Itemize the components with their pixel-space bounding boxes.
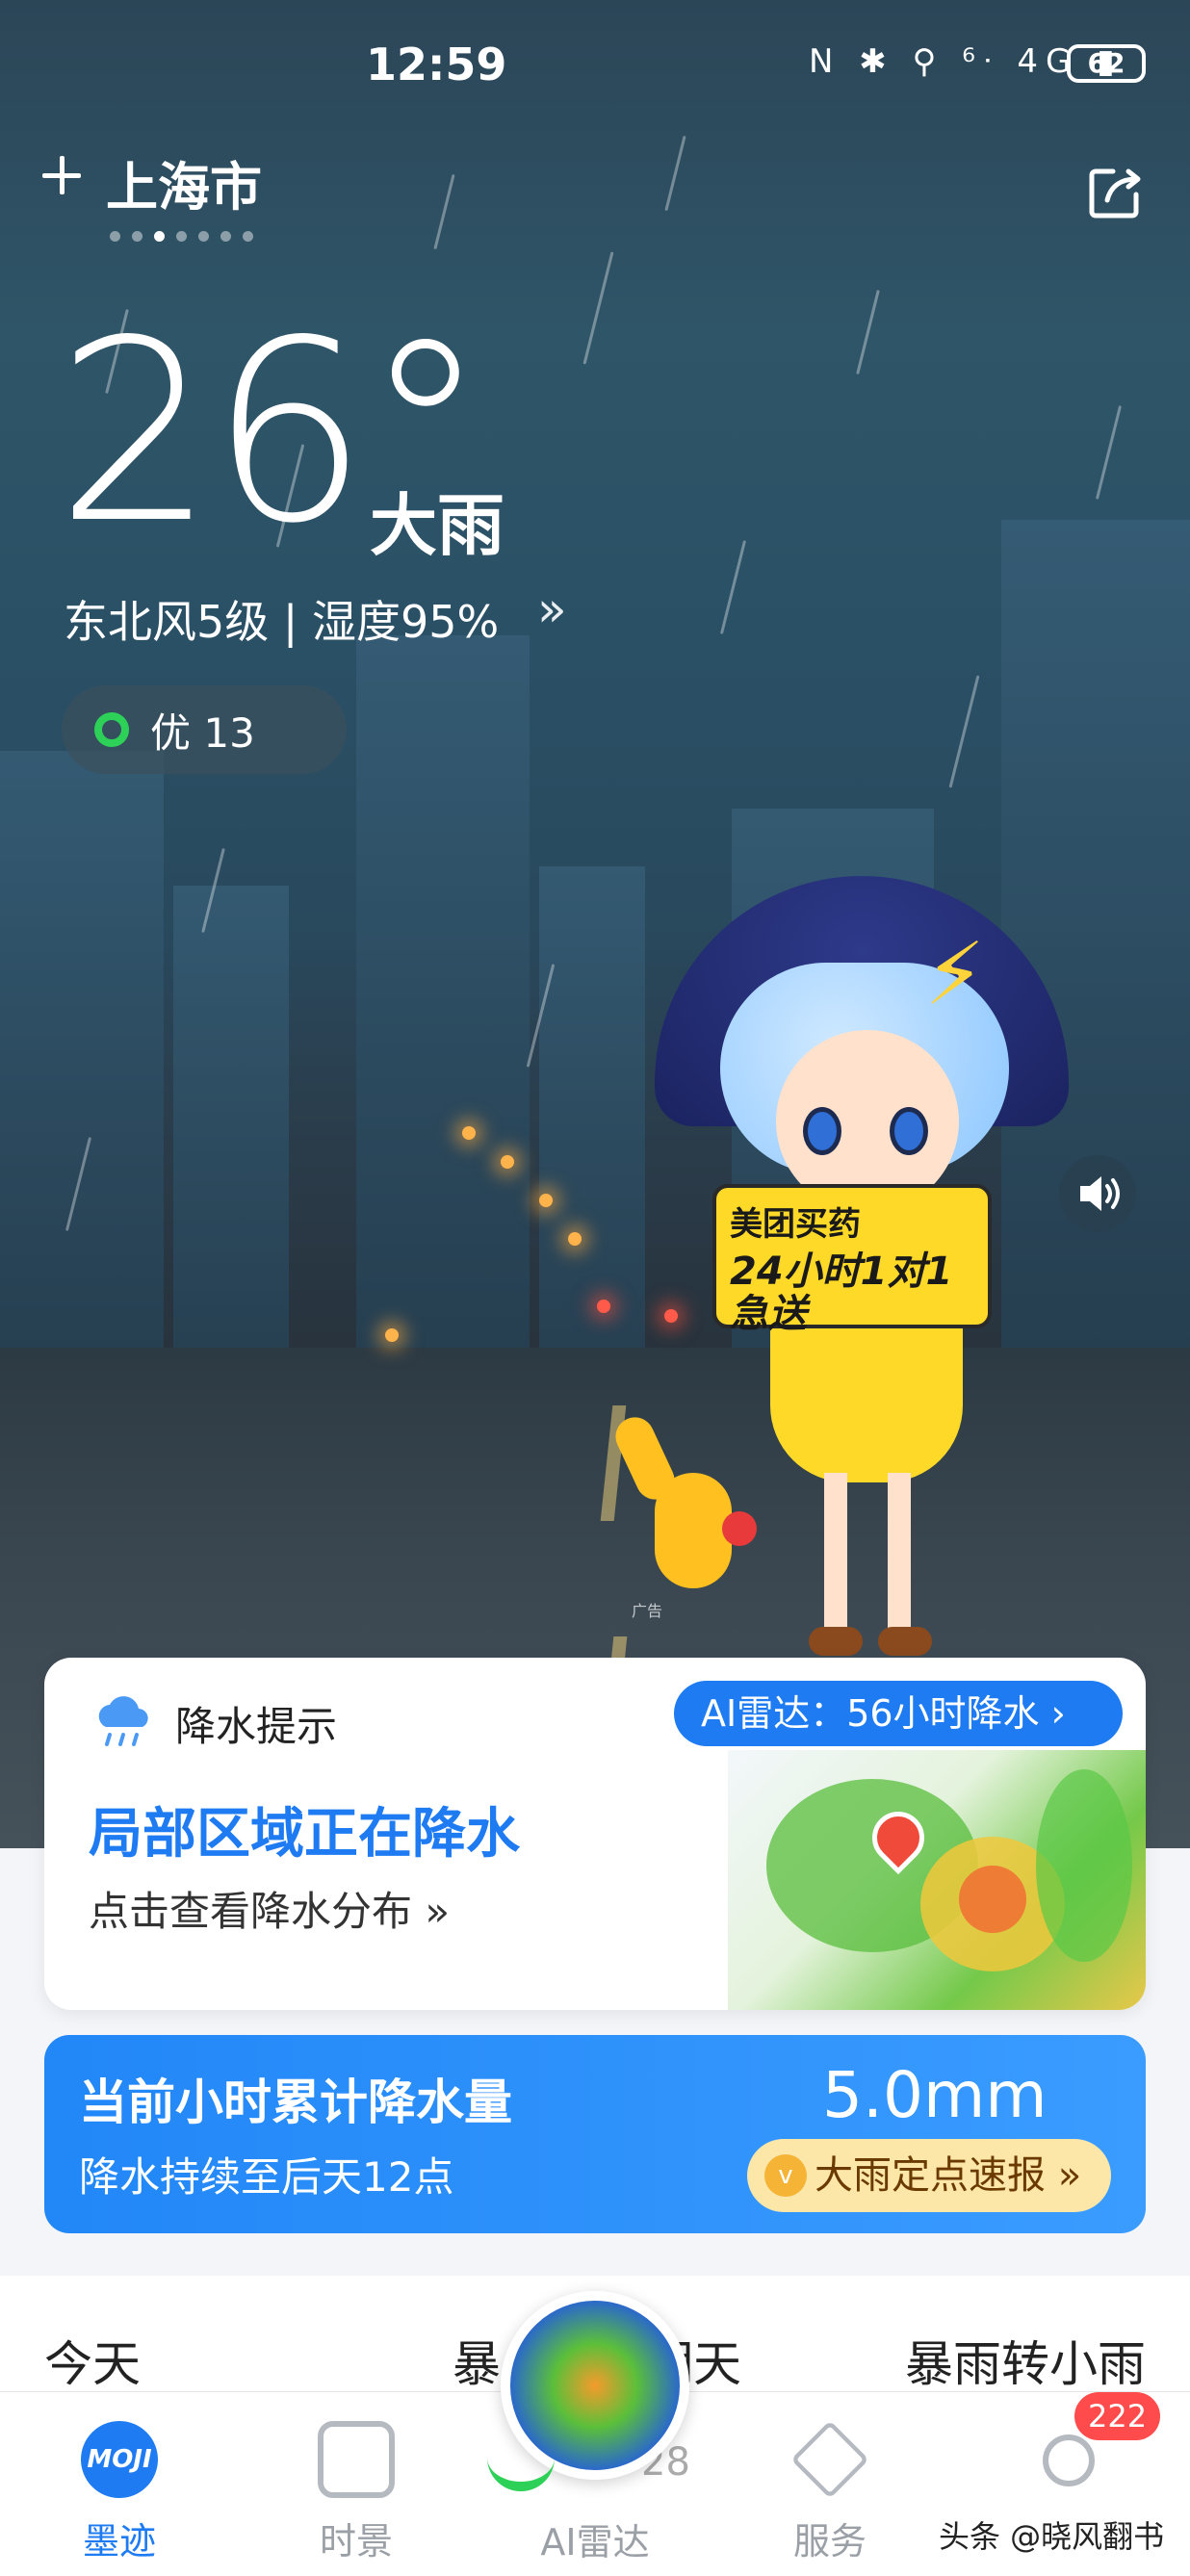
notification-badge: 222	[1074, 2392, 1161, 2440]
status-time: 12:59	[366, 39, 507, 90]
ad-sign-subtitle: 24小时1对1急送	[730, 1249, 953, 1336]
nav-label: 墨迹	[82, 2520, 156, 2563]
rain-cloud-icon	[98, 1696, 148, 1746]
forecast-today-label: 今天	[44, 2336, 141, 2392]
alert-button-label: 大雨定点速报 »	[815, 2153, 1082, 2198]
ai-radar-fab-icon[interactable]	[501, 2291, 689, 2480]
battery-icon: 62	[1067, 44, 1146, 83]
hourly-rainfall-value: 5.0mm	[822, 2058, 1048, 2132]
car-light	[597, 1300, 610, 1313]
page-indicator	[110, 231, 253, 242]
aqi-pill[interactable]: 优 13	[62, 685, 347, 774]
page-dot	[176, 231, 187, 242]
forecast-tomorrow-condition: 暴雨转小雨	[905, 2336, 1146, 2392]
precipitation-headline: 局部区域正在降水	[89, 1803, 520, 1866]
page-dot	[198, 231, 209, 242]
street-light	[462, 1126, 476, 1140]
vip-icon	[790, 2420, 869, 2499]
rain-duration-text: 降水持续至后天12点	[79, 2153, 454, 2201]
nav-item-profile[interactable]: 222	[982, 2392, 1161, 2486]
page-dot	[132, 231, 142, 242]
radar-map-thumbnail[interactable]	[728, 1750, 1146, 2010]
street-light	[501, 1155, 514, 1169]
street-light	[568, 1232, 582, 1246]
car-light	[385, 1328, 399, 1342]
wind-more-chevron-icon[interactable]: »	[537, 581, 567, 637]
precipitation-card[interactable]: 降水提示 AI雷达：56小时降水 › 局部区域正在降水 点击查看降水分布 »	[44, 1658, 1146, 2010]
nav-item-scenery[interactable]: 时景	[270, 2421, 443, 2564]
page-dot	[110, 231, 120, 242]
nav-item-moji[interactable]: MOJI 墨迹	[33, 2421, 206, 2564]
moji-icon: MOJI	[81, 2421, 158, 2498]
nav-label: 服务	[792, 2520, 867, 2563]
forecast-today-condition: 暴	[453, 2336, 501, 2392]
precipitation-distribution-link[interactable]: 点击查看降水分布 »	[89, 1879, 450, 1938]
ad-sign-title: 美团买药	[730, 1205, 861, 1244]
nav-item-service[interactable]: 服务	[743, 2420, 917, 2564]
ad-label: 广告	[632, 1602, 663, 1620]
precipitation-title: 降水提示	[175, 1703, 338, 1750]
nav-label-ai-radar[interactable]: AI雷达	[481, 2512, 709, 2565]
current-condition: 大雨	[370, 486, 504, 565]
user-icon	[1043, 2434, 1095, 2486]
ad-sign[interactable]: 美团买药 24小时1对1急送	[712, 1184, 992, 1335]
page-dot	[243, 231, 253, 242]
aqi-value: 优 13	[150, 708, 255, 757]
hourly-rainfall-title: 当前小时累计降水量	[79, 2074, 512, 2130]
alert-badge-icon: v	[764, 2154, 807, 2197]
aqi-ring-icon	[94, 712, 129, 747]
share-icon[interactable]	[1084, 162, 1146, 223]
lightning-icon: ⚡	[924, 924, 986, 1025]
hourly-rainfall-card[interactable]: 当前小时累计降水量 5.0mm 降水持续至后天12点 v 大雨定点速报 »	[44, 2035, 1146, 2233]
image-icon	[318, 2421, 395, 2498]
wind-humidity-link[interactable]: 东北风5级 | 湿度95%	[64, 587, 499, 651]
watermark: 头条 @晓风翻书	[939, 2518, 1165, 2555]
nav-label: 时景	[319, 2520, 393, 2563]
page-dot	[220, 231, 231, 242]
status-bar: 12:59 N ✱ ⚲ ⁶ᐧ 4G ▮ 62	[0, 0, 1190, 135]
ai-radar-button[interactable]: AI雷达：56小时降水 ›	[674, 1681, 1123, 1746]
add-city-icon[interactable]	[40, 154, 83, 196]
heavy-rain-alert-button[interactable]: v 大雨定点速报 »	[747, 2139, 1111, 2212]
kangaroo-mascot	[608, 1410, 757, 1608]
page-dot-active	[154, 231, 165, 242]
heart-icon	[722, 1511, 757, 1546]
street-light	[539, 1194, 553, 1207]
city-name[interactable]: 上海市	[106, 144, 262, 220]
